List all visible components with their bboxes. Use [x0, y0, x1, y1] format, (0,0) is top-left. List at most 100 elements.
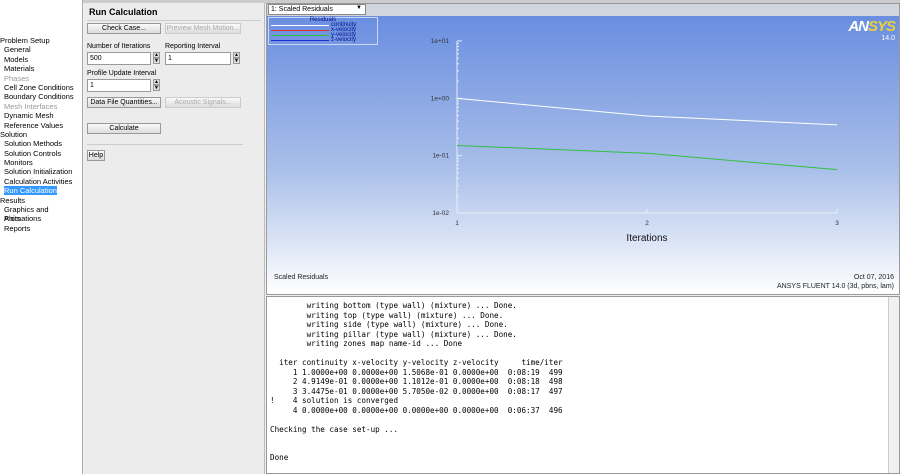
reporting-interval-input[interactable]: 1 [165, 52, 231, 65]
tree-item-label: Reference Values [4, 120, 64, 130]
tree-item-label: Solution Initialization [4, 167, 73, 177]
console-line: 4 0.0000e+00 0.0000e+00 0.0000e+00 0.000… [270, 405, 563, 415]
profile-update-label: Profile Update Interval [87, 70, 157, 77]
window-select-dropdown[interactable]: 1: Scaled Residuals ▼ [268, 4, 366, 15]
tree-group[interactable]: Solution [0, 130, 82, 139]
tree-item-label: Run Calculation [4, 186, 57, 196]
tree-item-label: Calculation Activities [4, 176, 73, 186]
legend-swatch [271, 25, 329, 26]
window-select-value: 1: Scaled Residuals [271, 6, 333, 13]
console-scrollbar[interactable] [888, 297, 899, 473]
tree-group[interactable]: Results [0, 196, 82, 205]
series-line-y-velocity [456, 144, 838, 171]
tree-item-label: Mesh Interfaces [4, 101, 58, 111]
data-file-quantities-button[interactable]: Data File Quantities... [87, 97, 161, 108]
tree-item[interactable]: Reports [0, 224, 82, 233]
legend-swatch [271, 30, 329, 31]
console-line: ! 4 solution is converged [270, 396, 399, 405]
divider [87, 144, 243, 145]
iterations-input[interactable]: 500 [87, 52, 151, 65]
profile-update-spinner[interactable]: ▲ ▼ [153, 79, 160, 92]
tree-item-label: Problem Setup [0, 36, 50, 45]
tree-item[interactable]: Boundary Conditions [0, 92, 82, 101]
tree-item-label: Cell Zone Conditions [4, 82, 74, 92]
tree-item-label: Dynamic Mesh [4, 111, 54, 121]
console-line: 1 1.0000e+00 0.0000e+00 1.5068e-01 0.000… [270, 367, 563, 377]
calculate-button[interactable]: Calculate [87, 123, 161, 134]
tree-item-label: Models [4, 54, 29, 64]
series-line-continuity [456, 97, 838, 126]
console-line: 2 4.9149e-01 0.0000e+00 1.1012e-01 0.000… [270, 377, 563, 386]
graphics-toolbar: 1: Scaled Residuals ▼ [267, 4, 899, 16]
tree-item[interactable]: Cell Zone Conditions [0, 83, 82, 92]
tree-group[interactable]: Problem Setup [0, 36, 82, 45]
tree-item[interactable]: Run Calculation [0, 186, 82, 196]
run-calculation-panel: Run Calculation Check Case... Preview Me… [84, 3, 265, 474]
tree-item-label: Solution [0, 129, 28, 139]
tree-item[interactable]: Materials [0, 64, 82, 73]
x-tick-label: 1 [455, 220, 459, 227]
navigation-tree: Problem Setup General Models Materials Phase… [0, 0, 83, 474]
tree-item[interactable]: Phases [0, 74, 82, 83]
console-line: writing top (type wall) (mixture) ... Do… [270, 310, 504, 320]
check-case-button[interactable]: Check Case... [87, 23, 161, 34]
y-tick-label: 1e+01 [431, 38, 450, 45]
tree-item-label: Materials [4, 64, 35, 74]
tree-item[interactable]: General [0, 45, 82, 54]
tree-item-label: Solution Methods [4, 139, 62, 149]
x-axis-label: Iterations [626, 233, 667, 244]
tree-item-label: General [4, 45, 31, 55]
preview-mesh-motion-button[interactable]: Preview Mesh Motion... [165, 23, 241, 34]
footer-title: Scaled Residuals [274, 274, 329, 281]
tree-item-label: Monitors [4, 158, 33, 168]
tree-item[interactable]: Calculation Activities [0, 177, 82, 186]
tree-item[interactable]: Models [0, 55, 82, 64]
graphics-window: 1: Scaled Residuals ▼ 1e+01 1e+00 1e-01 1e-0… [266, 3, 900, 295]
iterations-label: Number of Iterations [87, 43, 151, 50]
tree-item[interactable]: Graphics and Animations [0, 205, 82, 223]
tree-item[interactable]: Solution Initialization [0, 167, 82, 176]
help-button[interactable]: Help [87, 150, 105, 161]
tree-item-label: Reports [4, 223, 31, 233]
iterations-spinner[interactable]: ▲ ▼ [153, 52, 160, 65]
console-output: writing bottom (type wall) (mixture) ...… [267, 297, 899, 467]
acoustic-signals-button[interactable]: Acoustic Signals... [165, 97, 241, 108]
console-line: writing zones map name-id ... Done [270, 339, 463, 348]
console-line: writing side (type wall) (mixture) ... D… [270, 320, 508, 329]
chart-legend: Residuals continuity x-velocity y-velocity… [268, 17, 378, 45]
tree-item-label: Boundary Conditions [4, 92, 74, 102]
console[interactable]: writing bottom (type wall) (mixture) ...… [266, 296, 900, 474]
y-tick-label: 1e-02 [432, 210, 449, 217]
legend-label: z-velocity [331, 37, 357, 43]
x-tick-label: 3 [835, 220, 839, 227]
tree-item[interactable]: Reference Values [0, 121, 82, 130]
tree-item[interactable]: Dynamic Mesh [0, 111, 82, 120]
console-line: iter continuity x-velocity y-velocity z-… [270, 358, 563, 367]
tree-item[interactable]: Solution Controls [0, 149, 82, 158]
reporting-interval-spinner[interactable]: ▲ ▼ [233, 52, 240, 65]
x-tick-label: 2 [645, 220, 649, 227]
tree-item[interactable]: Monitors [0, 158, 82, 167]
profile-update-input[interactable]: 1 [87, 79, 151, 92]
chevron-down-icon: ▼ [356, 5, 362, 11]
reporting-interval-label: Reporting Interval [165, 43, 221, 50]
residuals-chart: 1e+01 1e+00 1e-01 1e-02 1 2 3 Iterations [431, 38, 839, 244]
tree-item-label: Results [0, 195, 26, 205]
tree-item[interactable]: Solution Methods [0, 139, 82, 148]
footer-date: Oct 07, 2016 [853, 274, 894, 281]
console-line: writing pillar (type wall) (mixture) ...… [270, 329, 517, 339]
y-tick-label: 1e-01 [432, 153, 449, 160]
footer-product: ANSYS FLUENT 14.0 (3d, pbns, lam) [777, 283, 894, 290]
tree-item-label: Phases [4, 73, 30, 83]
legend-item: z-velocity [269, 37, 377, 43]
tree-item-label: Solution Controls [4, 148, 62, 158]
tree-item-label: Plots [4, 214, 21, 224]
y-tick-label: 1e+00 [431, 95, 450, 102]
tree-item[interactable]: Mesh Interfaces [0, 102, 82, 111]
version-label: 14.0 [881, 35, 895, 42]
console-line: writing bottom (type wall) (mixture) ...… [270, 301, 517, 310]
